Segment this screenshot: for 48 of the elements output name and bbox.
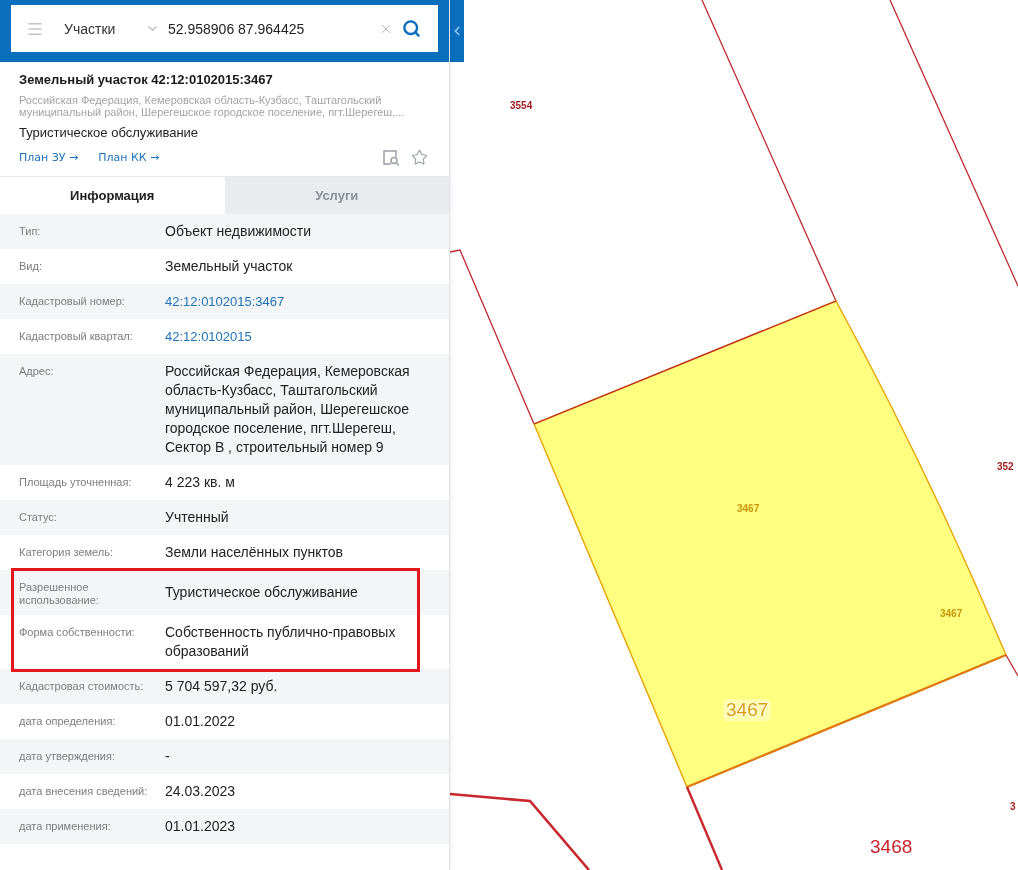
property-label: Вид: xyxy=(19,259,43,273)
tab[interactable]: Услуги xyxy=(224,177,449,214)
cadastral-link[interactable]: 42:12:0102015 xyxy=(165,327,429,346)
property-label: Кадастровый номер: xyxy=(19,294,126,308)
collapse-button[interactable] xyxy=(450,0,464,62)
property-label: Статус: xyxy=(19,510,58,524)
parcel-purpose: Туристическое обслуживание xyxy=(19,125,200,141)
cadastral-link[interactable]: 42:12:0102015:3467 xyxy=(165,292,429,311)
property-value: 5 704 597,32 руб. xyxy=(165,677,279,696)
property-label: Кадастровый квартал: xyxy=(19,329,134,343)
property-label: дата утверждения: xyxy=(19,749,116,763)
property-value: Учтенный xyxy=(165,508,230,527)
property-label: Кадастровая стоимость: xyxy=(19,679,145,693)
property-value: Земли населённых пунктов xyxy=(165,543,345,562)
parcel-title: Земельный участок 42:12:0102015:3467 xyxy=(19,72,274,88)
parcel-number-label: 3554 xyxy=(510,100,533,112)
layer-select[interactable]: Участки xyxy=(64,20,160,37)
property-value: Туристическое обслуживание xyxy=(165,583,359,602)
star-icon[interactable] xyxy=(411,149,428,166)
property-label: Форма собственности: xyxy=(19,625,136,639)
property-label: Площадь уточненная: xyxy=(19,475,133,489)
property-label: дата внесения сведений: xyxy=(19,784,149,798)
property-value: 01.01.2023 xyxy=(165,817,237,836)
property-value: 24.03.2023 xyxy=(165,782,237,801)
property-label: Категория земель: xyxy=(19,545,115,559)
property-value: - xyxy=(165,747,171,766)
plan-link[interactable]: План КК → xyxy=(98,149,160,166)
parcel-address: Российская Федерация, Кемеровская область-Кузбасс, Таштагольский муниципальный район, Шерегешское городское поселение, пгт.Шерегеш,... xyxy=(19,94,406,118)
search-icon[interactable] xyxy=(402,19,421,38)
parcel-number-label: 3467 xyxy=(940,608,963,620)
plan-link[interactable]: План ЗУ → xyxy=(19,149,79,166)
property-value: Земельный участок xyxy=(165,257,294,276)
parcel-number-label: 352 xyxy=(997,461,1014,473)
property-label: Тип: xyxy=(19,224,42,238)
frame-magnifier-icon[interactable] xyxy=(383,149,400,166)
property-label: дата определения: xyxy=(19,714,117,728)
property-label: Разрешенное использование: xyxy=(19,580,100,607)
property-value: 4 223 кв. м xyxy=(165,473,236,492)
property-value: Собственность публично-правовых образований xyxy=(165,623,397,661)
parcel-number-label: 3467 xyxy=(737,503,760,515)
property-label: дата применения: xyxy=(19,819,112,833)
property-label: Адрес: xyxy=(19,364,55,378)
property-value: Российская Федерация, Кемеровская область-Кузбасс, Таштагольский муниципальный район, Шерегешское городское поселение, пгт.Шерегеш, Сектор В , строительный номер 9 xyxy=(165,362,411,457)
parcel-number-label: 3 xyxy=(1010,801,1016,813)
property-value: 01.01.2022 xyxy=(165,712,237,731)
property-value: Объект недвижимости xyxy=(165,222,313,241)
search-input[interactable]: 52.958906 87.964425 xyxy=(168,20,379,37)
parcel-number-label: 3467 xyxy=(723,699,772,721)
